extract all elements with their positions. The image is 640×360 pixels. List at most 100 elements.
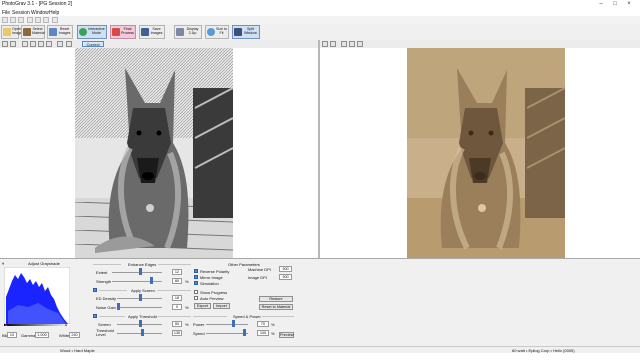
enhance-edges-title: Enhance Edges (128, 262, 157, 267)
speed-label: Speed (193, 331, 205, 336)
threshold-field[interactable]: 135 (172, 330, 182, 336)
right-actual-size-icon[interactable] (349, 41, 355, 47)
simulation-checkbox[interactable] (194, 281, 198, 285)
final-process-button[interactable]: Final Process (110, 25, 136, 39)
mirror-image-checkbox[interactable] (194, 275, 198, 279)
power-field[interactable]: 70 (257, 321, 269, 327)
reverse-polarity-checkbox[interactable] (194, 269, 198, 273)
material-icon (23, 28, 31, 36)
screen-label: Screen (98, 322, 111, 327)
export-button[interactable]: Export (194, 303, 211, 309)
threshold-slider[interactable] (117, 333, 162, 334)
actual-size-icon[interactable] (30, 41, 36, 47)
open-icon[interactable] (10, 17, 16, 23)
machine-dpi-field[interactable]: 300 (279, 266, 292, 272)
copy-icon[interactable] (27, 17, 33, 23)
maximize-icon[interactable]: □ (612, 1, 618, 7)
apply-threshold-title: Apply Threshold (128, 314, 157, 319)
noise-gain-slider-thumb[interactable] (117, 303, 120, 310)
reset-images-button[interactable]: Reset Images (47, 25, 73, 39)
adjust-grayshade-title: Adjust Grayshade (28, 261, 60, 266)
power-slider[interactable] (206, 324, 248, 325)
black-point-field[interactable]: 10 (7, 332, 17, 338)
apply-screen-title: Apply Screen (131, 288, 155, 293)
size-to-fit-button[interactable]: Size to Fit (205, 25, 229, 39)
white-point-marker-icon[interactable]: ▲ (64, 322, 68, 327)
white-point-field[interactable]: 240 (69, 332, 80, 338)
minimize-icon[interactable]: – (598, 1, 604, 7)
ed-density-field[interactable]: 18 (172, 295, 182, 301)
open-image-button[interactable]: Open Image (1, 25, 22, 39)
split-divider[interactable] (318, 40, 320, 258)
noise-gain-field[interactable]: 0 (172, 304, 182, 310)
apply-threshold-checkbox[interactable] (93, 314, 97, 318)
threshold-slider-thumb[interactable] (141, 329, 144, 336)
interactive-mode-button[interactable]: Interactive Mode (77, 25, 107, 39)
mirror-image-label: Mirror Image (200, 275, 223, 280)
ed-density-slider-thumb[interactable] (139, 294, 142, 301)
split-window-button[interactable]: Split Window (232, 25, 260, 39)
speed-power-rule-right (262, 316, 294, 317)
extent-field[interactable]: 12 (172, 269, 182, 275)
speed-slider-thumb[interactable] (243, 329, 246, 336)
reset-icon (49, 28, 57, 36)
right-zoom-in-icon[interactable] (330, 41, 336, 47)
right-zoom-out-icon[interactable] (322, 41, 328, 47)
apply-threshold-rule-right (158, 316, 191, 317)
preview-button[interactable]: Preview (279, 332, 294, 338)
apply-threshold-rule-left (99, 316, 125, 317)
new-icon[interactable] (2, 17, 8, 23)
correct-button[interactable]: Correct (82, 41, 104, 47)
screen-field[interactable]: 50 (172, 321, 182, 327)
right-fit-icon[interactable] (341, 41, 347, 47)
enhance-edges-rule-right (158, 264, 191, 265)
white-label: White (59, 333, 70, 338)
zoom-out-icon[interactable] (2, 41, 8, 47)
save-images-button[interactable]: Save Images (139, 25, 165, 39)
show-progress-checkbox[interactable] (194, 290, 198, 294)
import-button[interactable]: Import (213, 303, 230, 309)
help-icon[interactable] (52, 17, 58, 23)
extent-slider[interactable] (112, 272, 162, 273)
grayshade-histogram[interactable] (4, 267, 70, 324)
speed-unit: % (271, 331, 275, 336)
screen-slider-thumb[interactable] (139, 320, 142, 327)
noise-gain-label: Noise Gain (96, 305, 116, 310)
refresh-icon[interactable] (57, 41, 63, 47)
close-icon[interactable]: × (626, 1, 632, 7)
paste-icon[interactable] (35, 17, 41, 23)
black-point-marker-icon[interactable]: ▲ (4, 322, 8, 327)
right-grid-icon[interactable] (357, 41, 363, 47)
strength-slider[interactable] (112, 281, 162, 282)
pan-icon[interactable] (38, 41, 44, 47)
grid-icon[interactable] (46, 41, 52, 47)
speed-field[interactable]: 100 (257, 330, 269, 336)
power-slider-thumb[interactable] (232, 320, 235, 327)
zoom-in-icon[interactable] (10, 41, 16, 47)
noise-gain-slider[interactable] (117, 307, 162, 308)
fit-icon[interactable] (22, 41, 28, 47)
auto-preview-checkbox[interactable] (194, 296, 198, 300)
ed-density-label: ED Density (96, 296, 117, 301)
image-dpi-field[interactable]: 300 (279, 274, 292, 280)
dog-photo-engraving-preview[interactable] (407, 48, 565, 258)
save-icon[interactable] (18, 17, 24, 23)
zoom-icon (207, 28, 215, 36)
apply-screen-checkbox[interactable] (93, 288, 97, 292)
strength-field[interactable]: 80 (172, 278, 182, 284)
speed-power-title: Speed & Power (233, 314, 261, 319)
gamma-label: Gamma (21, 333, 36, 338)
screen-unit: % (185, 322, 189, 327)
gamma-field[interactable]: 1.000 (35, 332, 49, 338)
settings-icon[interactable] (66, 41, 72, 47)
print-icon[interactable] (43, 17, 49, 23)
strength-slider-thumb[interactable] (150, 277, 153, 284)
speed-slider[interactable] (206, 333, 248, 334)
display-2up-button[interactable]: Display 2-Up (174, 25, 202, 39)
restore-button[interactable]: Restore (259, 296, 293, 302)
dog-photo-grayscale[interactable] (75, 48, 233, 258)
reset-to-material-button[interactable]: Reset to Material (259, 304, 293, 310)
auto-preview-label: Auto Preview (200, 296, 224, 301)
extent-slider-thumb[interactable] (139, 268, 142, 275)
select-material-button[interactable]: Select Material (21, 25, 45, 39)
